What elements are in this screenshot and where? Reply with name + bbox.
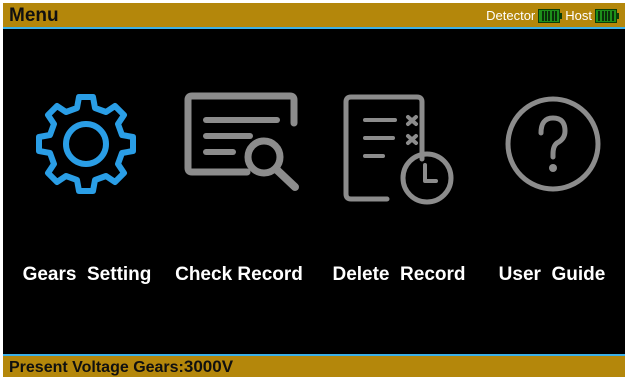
voltage-gears-value: 3000V <box>183 357 234 376</box>
host-battery-icon <box>595 9 619 23</box>
voltage-gears-label: Present Voltage Gears: <box>9 359 184 376</box>
menu-label-user-guide: User Guide <box>498 264 606 285</box>
document-search-icon <box>184 92 299 191</box>
menu-label-check-record: Check Record <box>175 264 303 285</box>
title-bar: Menu Detector Host <box>3 3 625 29</box>
menu-label-gears-setting: Gears Setting <box>22 264 152 285</box>
voltage-gears-status: Present Voltage Gears:3000V <box>9 357 233 377</box>
page-title: Menu <box>9 5 59 26</box>
host-label: Host <box>565 8 592 23</box>
detector-label: Detector <box>486 8 536 23</box>
device-screen: Menu Detector Host Gears Setting Check R… <box>3 3 625 377</box>
status-bar: Present Voltage Gears:3000V <box>3 354 625 377</box>
question-circle-icon <box>505 96 601 192</box>
menu-label-delete-record: Delete Record <box>332 264 466 285</box>
status-indicators: Detector Host <box>486 7 619 25</box>
detector-battery-icon <box>538 9 563 23</box>
menu-item-delete-record[interactable]: Delete Record <box>321 31 477 341</box>
gear-icon <box>36 94 136 194</box>
document-delete-clock-icon <box>343 94 454 205</box>
menu-item-user-guide[interactable]: User Guide <box>486 31 618 341</box>
menu-item-check-record[interactable]: Check Record <box>169 31 309 341</box>
menu-item-gears-setting[interactable]: Gears Setting <box>17 31 157 341</box>
